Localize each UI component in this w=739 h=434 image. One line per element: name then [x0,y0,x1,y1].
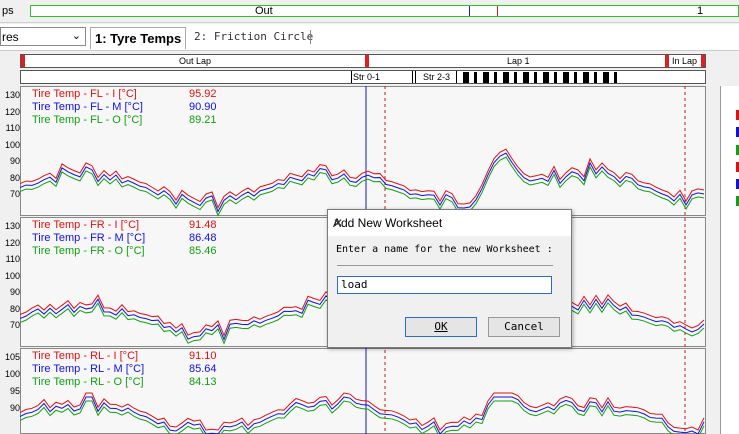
close-icon[interactable]: ✕ [333,216,563,230]
y-tick-label: 90 [9,403,20,413]
sector-bar[interactable]: Str 0-1 Str 2-3 [20,70,706,84]
y-tick-label: 80 [9,303,20,314]
lap-marker [665,55,669,67]
sector-label-1: Str 0-1 [353,72,381,82]
temp-trace [20,400,705,434]
dialog-prompt: Enter a name for the new Worksheet : [336,244,553,255]
session-timeline[interactable]: Out 1 [30,5,739,17]
lap-marker [365,55,369,67]
y-tick-label: 90 [9,287,20,297]
y-axis: 130 120 110 100 90 80 70 130 120 110 100 90 80 70 105 1… [0,86,20,434]
lap-bar[interactable]: Out Lap Lap 1 In Lap [20,54,706,68]
y-tick-label: 90 [9,156,20,166]
y-tick-label: 95 [9,386,20,396]
y-tick-label: 100 [4,270,20,281]
y-tick-label: 100 [4,369,20,379]
timeline-marker [497,6,498,16]
workbook-combo[interactable]: res ⌄ [0,27,86,46]
combo-value: res [2,30,19,44]
y-tick-label: 70 [9,189,20,199]
timeline-lap-label: 1 [697,5,704,17]
temp-trace [20,156,705,217]
sector-stripes [463,72,619,83]
timeline-cursor [469,6,470,16]
add-worksheet-dialog: Add New Worksheet ✕ Enter a name for the… [327,209,572,348]
y-tick-label: 120 [4,106,20,117]
lap-marker [701,55,705,67]
y-tick-label: 130 [4,90,20,100]
y-tick-label: 105 [4,352,20,362]
temp-trace [20,152,705,213]
out-lap-label: Out Lap [179,56,212,66]
temp-trace [20,148,705,209]
lap-marker [21,55,25,67]
dialog-titlebar[interactable]: Add New Worksheet ✕ [328,210,571,236]
y-tick-label: 70 [9,320,20,330]
cancel-button[interactable]: Cancel [488,317,560,337]
y-tick-label: 80 [9,172,20,183]
ok-button-label: OK [434,320,448,333]
chevron-down-icon[interactable]: ⌄ [72,29,81,42]
worksheet-name-input[interactable]: load [337,276,552,294]
sector-label-2: Str 2-3 [423,72,451,82]
tab-divider [310,30,311,44]
channel-panel[interactable] [720,86,739,434]
lap1-label: Lap 1 [507,56,530,66]
timeline-out-label: Out [255,5,273,17]
session-label-left: ps [2,5,14,17]
tab-friction-circle[interactable]: 2: Friction Circle [194,30,313,43]
ok-button[interactable]: OK [405,317,477,337]
in-lap-label: In Lap [672,56,698,66]
y-tick-label: 130 [4,221,20,231]
tab-tyre-temps[interactable]: 1: Tyre Temps [90,27,187,49]
dialog-divider [337,265,553,266]
y-tick-label: 110 [5,254,20,264]
y-tick-label: 120 [4,237,20,248]
y-tick-label: 110 [5,123,20,133]
y-tick-label: 100 [4,139,20,150]
